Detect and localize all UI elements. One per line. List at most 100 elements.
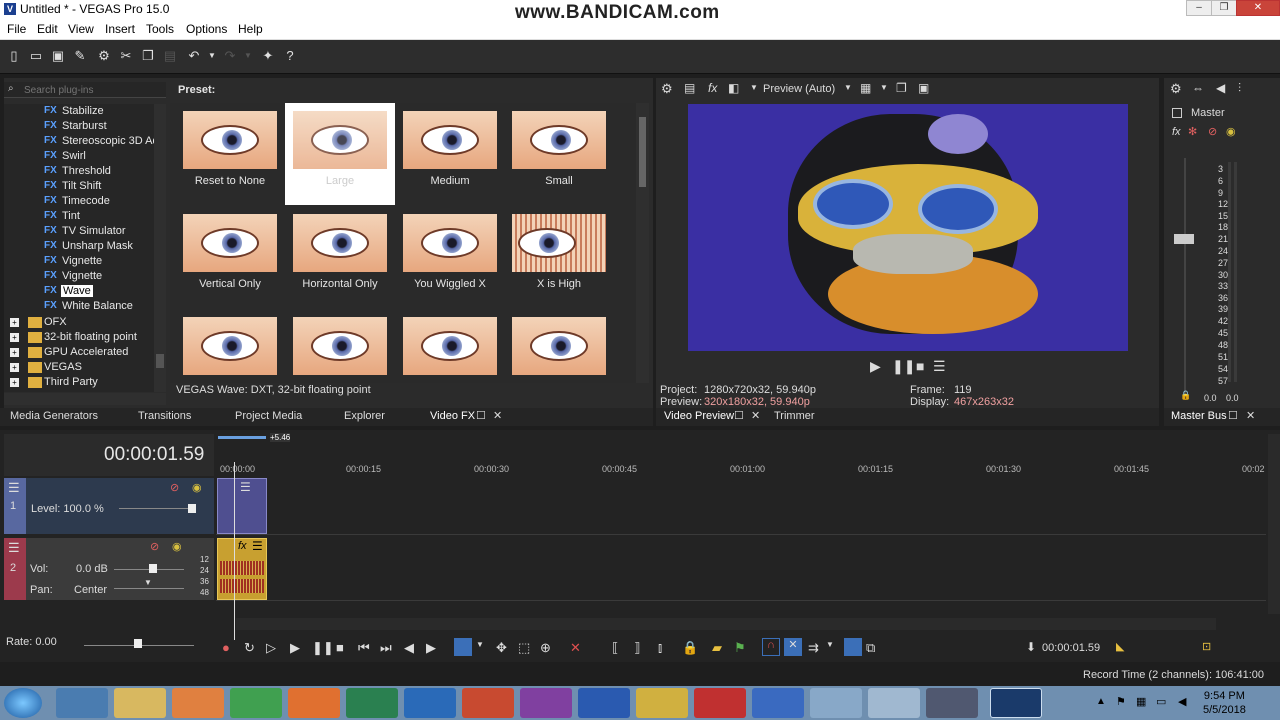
tab-trimmer[interactable]: Trimmer (774, 410, 815, 422)
chevron-down-icon[interactable]: ▼ (880, 83, 888, 92)
event-menu-icon[interactable]: ☰ (252, 539, 263, 553)
rate-slider-thumb[interactable] (134, 639, 142, 648)
menu-edit[interactable]: Edit (37, 22, 58, 36)
preset-medium[interactable]: Medium (395, 103, 505, 205)
help-icon[interactable]: ? (282, 48, 298, 64)
normal-edit-tool-icon[interactable] (454, 638, 472, 656)
close-button[interactable]: ✕ (1236, 0, 1280, 16)
menu-icon[interactable]: ☰ (933, 358, 946, 375)
taskbar-app-icon[interactable] (636, 688, 688, 718)
preset-row3-1[interactable] (175, 309, 285, 383)
preview-properties-icon[interactable]: ▤ (684, 81, 695, 95)
fx-icon[interactable]: fx (1172, 126, 1181, 138)
taskbar-movie-icon[interactable] (926, 688, 978, 718)
copy-icon[interactable]: ❐ (140, 48, 156, 64)
taskbar-word-icon[interactable] (578, 688, 630, 718)
taskbar-app2-icon[interactable] (810, 688, 862, 718)
taskbar-vegas-icon[interactable] (990, 688, 1042, 718)
taskbar-calculator-icon[interactable] (752, 688, 804, 718)
play-from-start-icon[interactable]: ▷ (266, 640, 276, 656)
close-tab-icon[interactable]: ✕ (751, 409, 760, 422)
save-snapshot-icon[interactable]: ▣ (918, 81, 929, 95)
preset-large[interactable]: Large (285, 103, 395, 205)
solo-icon[interactable]: ◉ (1226, 125, 1236, 138)
chevron-down-icon[interactable]: ▼ (476, 640, 484, 649)
play-icon[interactable]: ▶ (290, 640, 300, 656)
fx-icon[interactable]: fx (238, 540, 247, 552)
undock-icon[interactable]: ☐ (1228, 409, 1238, 422)
overlays-grid-icon[interactable]: ▦ (860, 81, 871, 95)
chevron-down-icon[interactable]: ▼ (750, 83, 758, 92)
snapping-icon[interactable]: ∩ (762, 638, 780, 656)
lock-icon[interactable]: 🔒 (1180, 390, 1191, 401)
tab-master-bus[interactable]: Master Bus (1171, 410, 1227, 422)
pause-icon[interactable]: ❚❚ (892, 358, 915, 375)
tray-volume-icon[interactable]: ◀ (1178, 695, 1186, 708)
marker-icon[interactable]: ▰ (712, 640, 722, 656)
stop-icon[interactable]: ■ (336, 640, 344, 655)
tab-project-media[interactable]: Project Media (235, 410, 302, 422)
record-icon[interactable]: ● (222, 640, 230, 655)
tab-video-fx[interactable]: Video FX (430, 410, 475, 422)
loop-region-bar[interactable] (218, 436, 266, 439)
level-slider-thumb[interactable] (188, 504, 196, 513)
preset-small[interactable]: Small (504, 103, 614, 205)
playhead-cursor[interactable] (234, 462, 235, 640)
tray-network-icon[interactable]: ▦ (1136, 695, 1146, 708)
taskbar-onenote-icon[interactable] (520, 688, 572, 718)
undock-icon[interactable]: ☐ (476, 409, 486, 422)
tree-hscrollbar[interactable] (4, 393, 166, 405)
plugin-search-input[interactable] (24, 83, 162, 97)
go-to-start-icon[interactable]: ⏮ (358, 640, 370, 656)
level-slider[interactable] (119, 508, 189, 509)
expand-icon[interactable]: + (10, 363, 19, 372)
downmix-icon[interactable]: ⇔ (1192, 81, 1204, 95)
auto-crossfade-icon[interactable]: ✕ (784, 638, 802, 656)
plugin-search-field[interactable]: ⌕ (4, 82, 166, 98)
trim-end-icon[interactable]: ⟧ (634, 640, 640, 656)
taskbar-ie-icon[interactable] (56, 688, 108, 718)
preview-quality-dropdown[interactable]: Preview (Auto) (763, 83, 835, 95)
taskbar-powerpoint-icon[interactable] (462, 688, 514, 718)
menu-options[interactable]: Options (186, 22, 227, 36)
pan-slider-thumb[interactable]: ▼ (144, 578, 152, 587)
timeline-hscrollbar[interactable] (236, 618, 1216, 630)
chevron-down-icon[interactable]: ▼ (826, 640, 834, 649)
copy-snapshot-icon[interactable]: ❐ (896, 81, 907, 95)
redo-icon[interactable]: ↷ (222, 48, 238, 64)
timeline-vscrollbar[interactable] (1268, 434, 1280, 614)
track-menu-icon[interactable]: ☰ (8, 480, 20, 496)
menu-insert[interactable]: Insert (105, 22, 135, 36)
preset-scrollbar[interactable] (636, 103, 649, 383)
undock-icon[interactable]: ☐ (734, 409, 744, 422)
expand-icon[interactable]: + (10, 318, 19, 327)
render-preview-icon[interactable]: ✦ (260, 48, 276, 64)
master-checkbox[interactable] (1172, 108, 1182, 118)
tray-expand-icon[interactable]: ▲ (1096, 696, 1106, 707)
mute-icon[interactable]: ⊘ (170, 481, 179, 494)
lock-envelopes-icon[interactable] (844, 638, 862, 656)
expand-icon[interactable]: + (10, 378, 19, 387)
solo-icon[interactable]: ◉ (192, 481, 202, 494)
taskbar-explorer-icon[interactable] (114, 688, 166, 718)
scroll-thumb[interactable] (156, 354, 164, 368)
preset-vertical-only[interactable]: Vertical Only (175, 206, 285, 308)
paste-icon[interactable]: ▤ (162, 48, 178, 64)
preset-row3-4[interactable] (504, 309, 614, 383)
tab-video-preview[interactable]: Video Preview (664, 410, 734, 422)
selection-tool-icon[interactable]: ⬚ (518, 640, 530, 656)
menu-tools[interactable]: Tools (146, 22, 174, 36)
start-button[interactable] (4, 688, 42, 718)
menu-file[interactable]: File (7, 22, 26, 36)
mixer-icon[interactable]: ⫶ (1238, 81, 1241, 96)
preset-horizontal-only[interactable]: Horizontal Only (285, 206, 395, 308)
gear-icon[interactable]: ⚙ (661, 81, 673, 97)
delete-icon[interactable]: ✕ (570, 640, 581, 656)
cut-icon[interactable]: ✂ (118, 48, 134, 64)
undo-icon[interactable]: ↶ (186, 48, 202, 64)
save-icon[interactable]: ▣ (50, 48, 66, 64)
render-icon[interactable]: ✎ (72, 48, 88, 64)
tree-scrollbar[interactable] (154, 104, 166, 392)
fx-icon[interactable]: fx (708, 81, 717, 95)
close-tab-icon[interactable]: ✕ (1246, 409, 1255, 422)
